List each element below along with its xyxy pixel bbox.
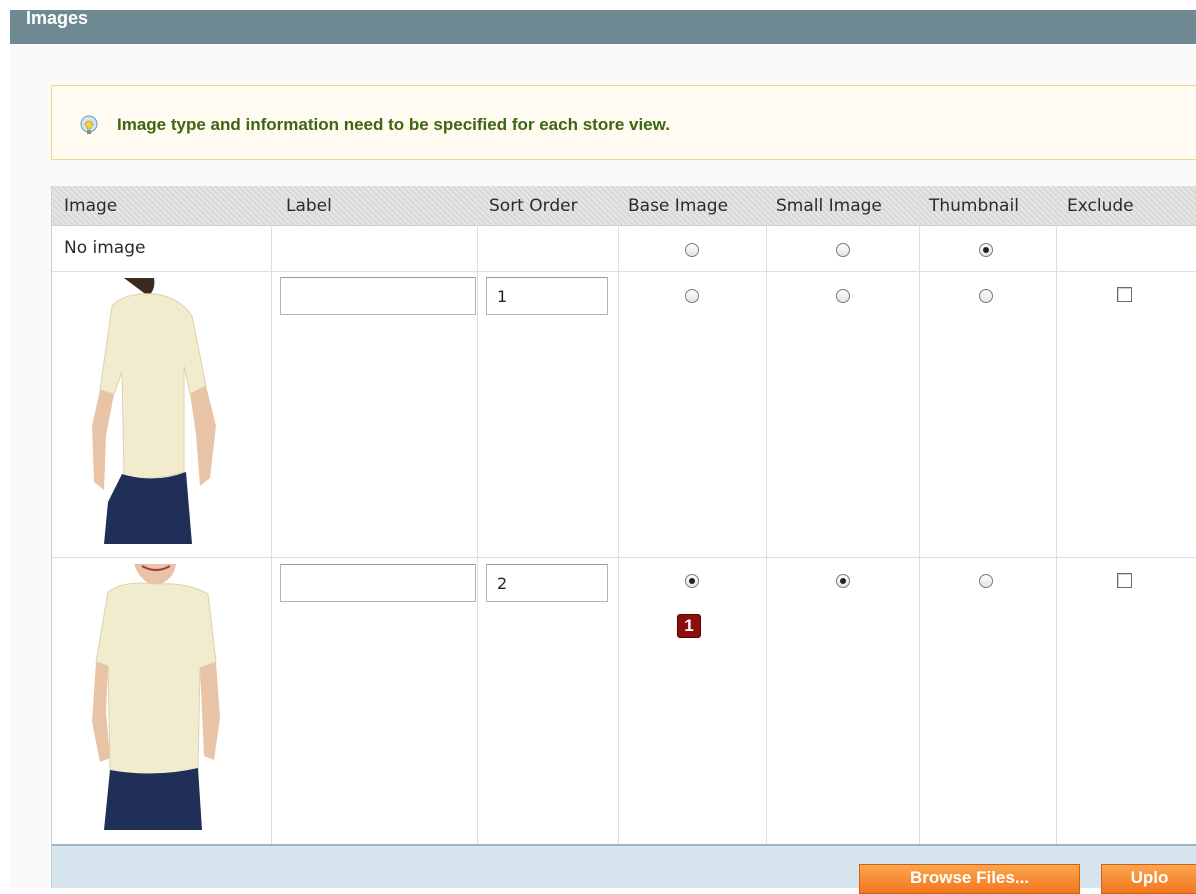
sort-order-input[interactable] [486, 277, 608, 315]
exclude-checkbox[interactable] [1117, 287, 1132, 302]
thumbnail-radio[interactable] [979, 243, 993, 257]
column-divider [618, 186, 619, 844]
upload-files-button[interactable]: Uplo [1101, 864, 1196, 894]
browse-files-button[interactable]: Browse Files... [859, 864, 1080, 894]
thumbnail-radio[interactable] [979, 289, 993, 303]
small-image-radio[interactable] [836, 574, 850, 588]
small-image-radio[interactable] [836, 289, 850, 303]
grid-header: Image Label Sort Order Base Image Small … [52, 186, 1196, 226]
small-image-radio[interactable] [836, 243, 850, 257]
product-thumbnail-front [90, 562, 240, 830]
column-header-thumbnail[interactable]: Thumbnail [929, 196, 1019, 216]
upload-footer: Browse Files... Uplo [52, 844, 1196, 894]
section-title: Images [26, 8, 89, 28]
notice-message: Image type and information need to be sp… [117, 115, 670, 134]
column-header-exclude[interactable]: Exclude [1067, 196, 1134, 216]
label-input[interactable] [280, 564, 476, 602]
base-image-radio[interactable] [685, 243, 699, 257]
label-input[interactable] [280, 277, 476, 315]
column-divider [919, 186, 920, 844]
images-grid: Image Label Sort Order Base Image Small … [51, 186, 1196, 894]
callout-badge: 1 [677, 614, 701, 638]
section-header: Images [10, 8, 1196, 44]
column-header-sort-order[interactable]: Sort Order [489, 196, 578, 216]
column-divider [1056, 186, 1057, 844]
notice-box: Image type and information need to be sp… [51, 85, 1196, 160]
exclude-checkbox[interactable] [1117, 573, 1132, 588]
column-header-image[interactable]: Image [64, 196, 117, 216]
no-image-text: No image [64, 238, 146, 258]
base-image-radio[interactable] [685, 289, 699, 303]
thumbnail-radio[interactable] [979, 574, 993, 588]
column-header-label[interactable]: Label [286, 196, 332, 216]
base-image-radio[interactable] [685, 574, 699, 588]
sort-order-input[interactable] [486, 564, 608, 602]
column-divider [271, 186, 272, 844]
column-header-base-image[interactable]: Base Image [628, 196, 728, 216]
column-divider [766, 186, 767, 844]
column-header-small-image[interactable]: Small Image [776, 196, 882, 216]
column-divider [477, 186, 478, 844]
product-thumbnail-back [84, 276, 244, 544]
row-divider [52, 557, 1196, 558]
lightbulb-icon [80, 115, 98, 134]
row-divider [52, 271, 1196, 272]
